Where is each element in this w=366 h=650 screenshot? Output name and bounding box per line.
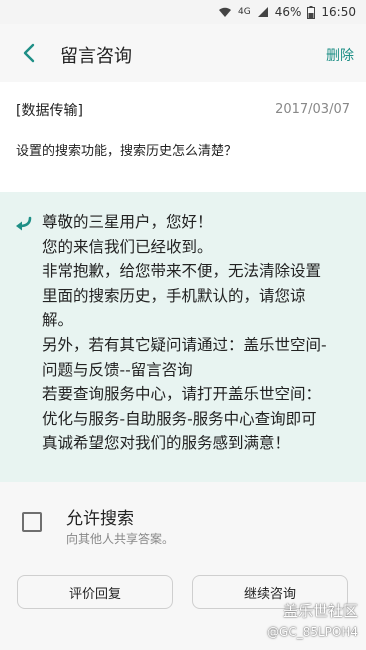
question-text: 设置的搜索功能，搜索历史怎么清楚？ — [16, 144, 238, 159]
watermark: 盖乐世社区 @GC_85LPOH4 — [267, 600, 358, 639]
reply-text: 尊敬的三星用户，您好！ 您的来信我们已经收到。 非常抱歉，给您带来不便，无法清除… — [42, 210, 362, 456]
allow-search-title: 允许搜索 — [66, 509, 134, 529]
reply-line: 里面的搜索历史，手机默认的，请您谅 — [42, 286, 306, 305]
back-button[interactable] — [18, 41, 40, 65]
clock: 16:50 — [321, 5, 356, 19]
watermark-user: @GC_85LPOH4 — [267, 625, 358, 639]
reply-line: 解。 — [42, 311, 74, 330]
battery-level: 46% — [274, 5, 302, 19]
chevron-left-icon — [23, 43, 35, 63]
question-date: 2017/03/07 — [275, 102, 350, 117]
page-title: 留言咨询 — [60, 46, 132, 67]
status-bar: 4G 46% 16:50 — [0, 0, 366, 24]
reply-line: 尊敬的三星用户，您好！ — [42, 213, 213, 231]
reply-line: 问题与反馈--留言咨询 — [42, 360, 193, 379]
reply-arrow-icon — [16, 216, 32, 231]
allow-search-checkbox[interactable] — [22, 512, 42, 532]
reply-line: 非常抱歉，给您带来不便，无法清除设置 — [42, 262, 322, 281]
reply-line: 真诚希望您对我们的服务感到满意！ — [42, 434, 291, 453]
reply-line: 另外，若有其它疑问请通过：盖乐世空间- — [42, 335, 327, 354]
reply-line: 您的来信我们已经收到。 — [42, 237, 213, 256]
wifi-icon — [218, 6, 232, 18]
signal-icon — [257, 6, 269, 18]
network-type: 4G — [238, 7, 251, 17]
message-card: [数据传输] 2017/03/07 设置的搜索功能，搜索历史怎么清楚？ 尊敬的三… — [0, 82, 366, 482]
battery-icon — [307, 5, 316, 19]
allow-search-subtitle: 向其他人共享答案。 — [66, 532, 175, 546]
delete-button[interactable]: 删除 — [326, 45, 354, 65]
reply-panel: 尊敬的三星用户，您好！ 您的来信我们已经收到。 非常抱歉，给您带来不便，无法清除… — [0, 192, 366, 482]
reply-line: 优化与服务-自助服务-服务中心查询即可 — [42, 409, 317, 428]
question-category: [数据传输] — [16, 103, 83, 119]
rate-reply-button[interactable]: 评价回复 — [17, 575, 173, 609]
reply-line: 若要查询服务中心，请打开盖乐世空间： — [42, 385, 322, 404]
app-bar: 留言咨询 删除 — [0, 24, 366, 82]
watermark-brand: 盖乐世社区 — [282, 602, 358, 620]
allow-search-row[interactable]: 允许搜索 向其他人共享答案。 — [0, 482, 366, 566]
